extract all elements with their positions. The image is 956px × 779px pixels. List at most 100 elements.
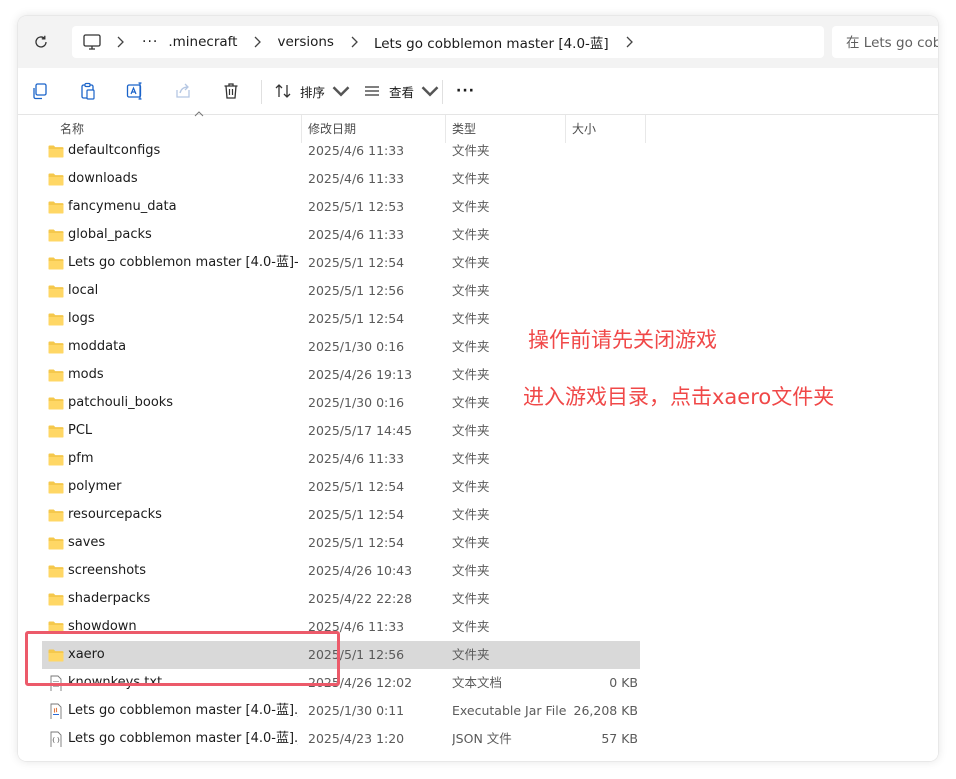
breadcrumb-current-folder[interactable]: Lets go cobblemon master [4.0-蓝] xyxy=(370,26,613,58)
file-row[interactable]: fancymenu_data 2025/5/1 12:53 文件夹 xyxy=(42,193,640,221)
address-bar: ··· .minecraft versions Lets go cobblemo… xyxy=(18,16,938,69)
file-row[interactable]: screenshots 2025/4/26 10:43 文件夹 xyxy=(42,557,640,585)
file-date: 2025/5/1 12:54 xyxy=(308,311,405,326)
file-name: logs xyxy=(68,311,95,326)
file-list: 名称 修改日期 类型 大小 defaultconfigs 2025/4/6 11:… xyxy=(18,111,938,761)
view-button[interactable]: 查看 xyxy=(362,81,440,101)
file-name: moddata xyxy=(68,339,127,354)
refresh-icon[interactable] xyxy=(32,33,50,51)
file-date: 2025/4/6 11:33 xyxy=(308,171,405,186)
file-date: 2025/4/23 1:20 xyxy=(308,731,405,746)
file-size xyxy=(562,417,638,445)
share-button[interactable] xyxy=(173,81,193,101)
file-name: polymer xyxy=(68,479,122,494)
folder-icon xyxy=(48,593,64,606)
file-size xyxy=(562,249,638,277)
chevron-right-icon[interactable] xyxy=(249,34,265,50)
file-size xyxy=(562,557,638,585)
file-name: local xyxy=(68,283,99,298)
sort-ascending-icon xyxy=(194,111,204,117)
file-row[interactable]: polymer 2025/5/1 12:54 文件夹 xyxy=(42,473,640,501)
folder-icon xyxy=(48,341,64,354)
file-type: 文件夹 xyxy=(452,507,490,522)
file-type: 文件夹 xyxy=(452,563,490,578)
file-row[interactable]: xaero 2025/5/1 12:56 文件夹 xyxy=(42,641,640,669)
file-date: 2025/4/26 19:13 xyxy=(308,367,413,382)
view-list-icon xyxy=(365,86,379,96)
trash-icon xyxy=(224,83,238,99)
file-type: Executable Jar File xyxy=(452,703,567,718)
file-row[interactable]: Lets go cobblemon master [4.0-蓝]-n... 202… xyxy=(42,249,640,277)
file-row[interactable]: global_packs 2025/4/6 11:33 文件夹 xyxy=(42,221,640,249)
file-row[interactable]: shaderpacks 2025/4/22 22:28 文件夹 xyxy=(42,585,640,613)
file-name: knownkeys.txt xyxy=(68,675,163,690)
paste-button[interactable] xyxy=(78,81,98,101)
breadcrumb-overflow[interactable]: ··· xyxy=(136,34,164,50)
view-label: 查看 xyxy=(389,84,415,100)
breadcrumb-minecraft[interactable]: .minecraft xyxy=(164,26,241,58)
file-row[interactable]: defaultconfigs 2025/4/6 11:33 文件夹 xyxy=(42,137,640,165)
sort-label: 排序 xyxy=(300,84,326,100)
folder-icon xyxy=(48,369,64,382)
file-row[interactable]: showdown 2025/4/6 11:33 文件夹 xyxy=(42,613,640,641)
rename-button[interactable] xyxy=(125,81,145,101)
file-size xyxy=(562,501,638,529)
file-name: downloads xyxy=(68,171,138,186)
file-type: 文本文档 xyxy=(452,675,503,690)
file-size xyxy=(562,585,638,613)
folder-icon xyxy=(48,257,64,270)
file-date: 2025/4/6 11:33 xyxy=(308,227,405,242)
file-type: 文件夹 xyxy=(452,451,490,466)
file-row[interactable]: Lets go cobblemon master [4.0-蓝].js... 20… xyxy=(42,725,640,753)
file-type: 文件夹 xyxy=(452,227,490,242)
file-date: 2025/5/1 12:56 xyxy=(308,647,405,662)
chevron-right-icon[interactable] xyxy=(346,34,362,50)
file-size xyxy=(562,193,638,221)
file-row[interactable]: PCL 2025/5/17 14:45 文件夹 xyxy=(42,417,640,445)
breadcrumb-versions[interactable]: versions xyxy=(273,26,337,58)
more-options-icon: ··· xyxy=(456,83,475,99)
column-divider[interactable] xyxy=(645,115,646,143)
file-row[interactable]: local 2025/5/1 12:56 文件夹 xyxy=(42,277,640,305)
file-type: 文件夹 xyxy=(452,255,490,270)
file-size xyxy=(562,445,638,473)
file-size xyxy=(562,613,638,641)
file-row[interactable]: downloads 2025/4/6 11:33 文件夹 xyxy=(42,165,640,193)
file-row[interactable]: resourcepacks 2025/5/1 12:54 文件夹 xyxy=(42,501,640,529)
delete-button[interactable] xyxy=(221,81,241,101)
this-pc-icon[interactable] xyxy=(82,33,102,51)
file-date: 2025/4/6 11:33 xyxy=(308,451,405,466)
chevron-right-icon[interactable] xyxy=(621,34,637,50)
file-date: 2025/5/1 12:53 xyxy=(308,199,405,214)
folder-icon xyxy=(48,537,64,550)
annotation-close-game: 操作前请先关闭游戏 xyxy=(528,328,717,352)
file-type: 文件夹 xyxy=(452,647,490,662)
file-date: 2025/5/1 12:54 xyxy=(308,507,405,522)
folder-icon xyxy=(48,565,64,578)
toolbar-divider xyxy=(442,80,443,104)
more-options-button[interactable]: ··· xyxy=(456,81,475,101)
copy-button[interactable] xyxy=(30,81,50,101)
file-row[interactable]: saves 2025/5/1 12:54 文件夹 xyxy=(42,529,640,557)
chevron-right-icon[interactable] xyxy=(112,34,128,50)
rename-icon xyxy=(126,82,142,100)
file-type: 文件夹 xyxy=(452,199,490,214)
file-row[interactable]: knownkeys.txt 2025/4/26 12:02 文本文档 0 KB xyxy=(42,669,640,697)
file-name: PCL xyxy=(68,423,93,438)
folder-icon xyxy=(48,145,64,158)
folder-icon xyxy=(48,313,64,326)
breadcrumb[interactable]: ··· .minecraft versions Lets go cobblemo… xyxy=(72,26,824,58)
file-name: fancymenu_data xyxy=(68,199,177,214)
sort-button[interactable]: 排序 xyxy=(273,81,351,101)
file-size xyxy=(562,641,638,669)
file-date: 2025/5/1 12:56 xyxy=(308,283,405,298)
file-type: 文件夹 xyxy=(452,171,490,186)
file-row[interactable]: pfm 2025/4/6 11:33 文件夹 xyxy=(42,445,640,473)
folder-icon xyxy=(48,621,64,634)
file-date: 2025/4/26 10:43 xyxy=(308,563,413,578)
search-box[interactable] xyxy=(832,26,938,58)
search-input[interactable] xyxy=(832,26,938,58)
file-row[interactable]: Lets go cobblemon master [4.0-蓝].jar 2025… xyxy=(42,697,640,725)
folder-icon xyxy=(48,173,64,186)
file-date: 2025/4/22 22:28 xyxy=(308,591,413,606)
